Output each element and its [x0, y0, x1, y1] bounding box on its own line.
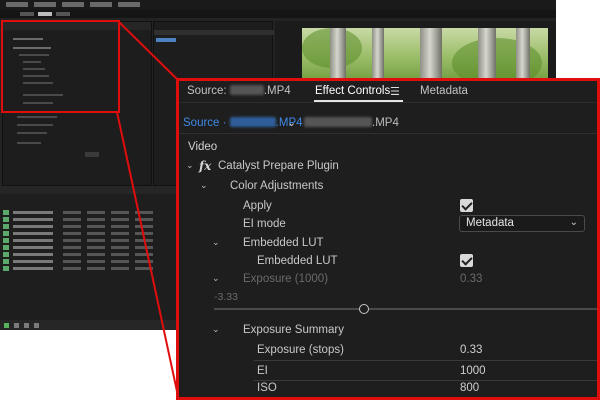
highlight-box — [1, 20, 120, 113]
summary-value: 0.33 — [460, 344, 483, 356]
sequence-clip-suffix: .MP4 — [372, 117, 399, 129]
group-color-adjustments[interactable]: ⌄ Color Adjustments — [179, 179, 597, 197]
summary-label: ISO — [257, 382, 277, 394]
section-video: Video — [188, 141, 218, 153]
menu-item[interactable] — [118, 2, 140, 7]
tab-source-suffix: .MP4 — [263, 85, 291, 97]
disclosure-arrow-icon[interactable]: ⌄ — [212, 324, 220, 335]
list-item[interactable] — [3, 210, 177, 215]
ei-mode-dropdown[interactable]: Metadata ⌄ — [459, 215, 585, 232]
menu-item[interactable] — [34, 2, 56, 7]
apply-label: Apply — [243, 200, 272, 212]
summary-label: EI — [257, 365, 268, 377]
project-panel — [0, 186, 180, 330]
timeline-clip[interactable] — [156, 38, 176, 42]
mini-line — [17, 132, 47, 134]
list-item[interactable] — [3, 231, 177, 236]
panel-tab-bar: Source: .MP4 Effect Controls ☰ Metadata — [179, 81, 597, 103]
mini-line — [17, 116, 57, 118]
summary-row-exposure-stops: Exposure (stops) 0.33 — [179, 343, 597, 361]
group-embedded-lut[interactable]: ⌄ Embedded LUT — [179, 236, 597, 254]
tool-icon[interactable] — [14, 323, 19, 328]
menu-bar — [0, 0, 556, 10]
active-tab-indicator — [314, 100, 403, 102]
workspace-tab[interactable] — [56, 12, 70, 16]
effect-controls-panel: Source: .MP4 Effect Controls ☰ Metadata … — [176, 78, 600, 400]
exposure-summary-label: Exposure Summary — [243, 324, 344, 336]
ei-mode-label: EI mode — [243, 218, 286, 230]
ei-mode-value: Metadata — [466, 217, 514, 229]
chevron-down-icon: ⌄ — [569, 217, 578, 228]
workspace-bar — [0, 10, 556, 18]
tab-effect-controls-label: Effect Controls — [315, 85, 391, 97]
menu-item[interactable] — [90, 2, 112, 7]
exposure-slider-min: -3.33 — [214, 291, 238, 303]
tab-effect-controls[interactable]: Effect Controls — [315, 85, 390, 97]
sequence-clip-selector[interactable]: .MP4 — [304, 117, 399, 129]
disclosure-arrow-icon[interactable]: ⌄ — [212, 237, 220, 248]
workspace-tab-active[interactable] — [38, 12, 52, 16]
exposure-value[interactable]: 0.33 — [460, 273, 482, 285]
list-item[interactable] — [3, 266, 177, 271]
tab-source[interactable]: Source: .MP4 — [187, 85, 291, 97]
redacted-filename — [229, 117, 276, 127]
mini-line — [17, 124, 53, 126]
list-item[interactable] — [3, 252, 177, 257]
embedded-lut-checkbox-icon[interactable] — [460, 254, 473, 267]
row-exposure: ⌄ Exposure (1000) 0.33 — [179, 272, 597, 290]
disclosure-arrow-icon[interactable]: ⌄ — [212, 273, 220, 284]
menu-item[interactable] — [6, 2, 28, 7]
list-item[interactable] — [3, 224, 177, 229]
workspace-tab[interactable] — [20, 12, 34, 16]
divider — [254, 360, 597, 361]
effect-row-plugin[interactable]: ⌄ fx Catalyst Prepare Plugin — [179, 159, 597, 177]
redacted-filename — [229, 85, 264, 95]
plugin-name: Catalyst Prepare Plugin — [218, 160, 339, 172]
source-clip-prefix: Source · — [183, 117, 227, 129]
list-item[interactable] — [3, 259, 177, 264]
disclosure-arrow-icon[interactable]: ⌄ — [186, 160, 194, 171]
summary-value: 800 — [460, 382, 480, 394]
slider-thumb-icon[interactable] — [359, 304, 369, 314]
list-item[interactable] — [3, 245, 177, 250]
tool-icon[interactable] — [24, 323, 29, 328]
row-embedded-lut: Embedded LUT — [179, 254, 597, 272]
exposure-label: Exposure (1000) — [243, 273, 329, 285]
menu-item[interactable] — [62, 2, 84, 7]
timeline-ruler — [154, 30, 274, 35]
summary-row-iso: ISO 800 — [179, 381, 597, 397]
tool-icon[interactable] — [4, 323, 9, 328]
tab-source-prefix: Source: — [187, 85, 227, 97]
list-item[interactable] — [3, 238, 177, 243]
color-adjustments-label: Color Adjustments — [230, 180, 324, 192]
source-clip-link[interactable]: Source · .MP4 — [183, 117, 303, 129]
mini-button[interactable] — [85, 152, 99, 157]
tab-metadata-label: Metadata — [420, 85, 468, 97]
summary-value: 1000 — [460, 365, 486, 377]
chevron-down-icon[interactable]: ⌄ — [287, 116, 296, 129]
redacted-filename — [304, 117, 372, 127]
list-item[interactable] — [3, 217, 177, 222]
fx-icon[interactable]: fx — [199, 159, 211, 173]
menu-icon[interactable]: ☰ — [390, 85, 400, 98]
embedded-lut-group-label: Embedded LUT — [243, 237, 324, 249]
mini-line — [17, 142, 41, 144]
summary-label: Exposure (stops) — [257, 344, 344, 356]
disclosure-arrow-icon[interactable]: ⌄ — [200, 180, 208, 191]
tab-metadata[interactable]: Metadata — [420, 85, 468, 97]
project-tabs — [0, 186, 180, 194]
clip-selector-row: Source · .MP4 ⌄ .MP4 — [179, 114, 597, 134]
tools-strip — [0, 320, 180, 330]
apply-checkbox-icon[interactable] — [460, 199, 473, 212]
row-ei-mode: EI mode Metadata ⌄ — [179, 215, 597, 235]
exposure-slider-track[interactable] — [214, 308, 597, 310]
embedded-lut-label: Embedded LUT — [257, 255, 338, 267]
tool-icon[interactable] — [34, 323, 39, 328]
group-exposure-summary[interactable]: ⌄ Exposure Summary — [179, 323, 597, 341]
